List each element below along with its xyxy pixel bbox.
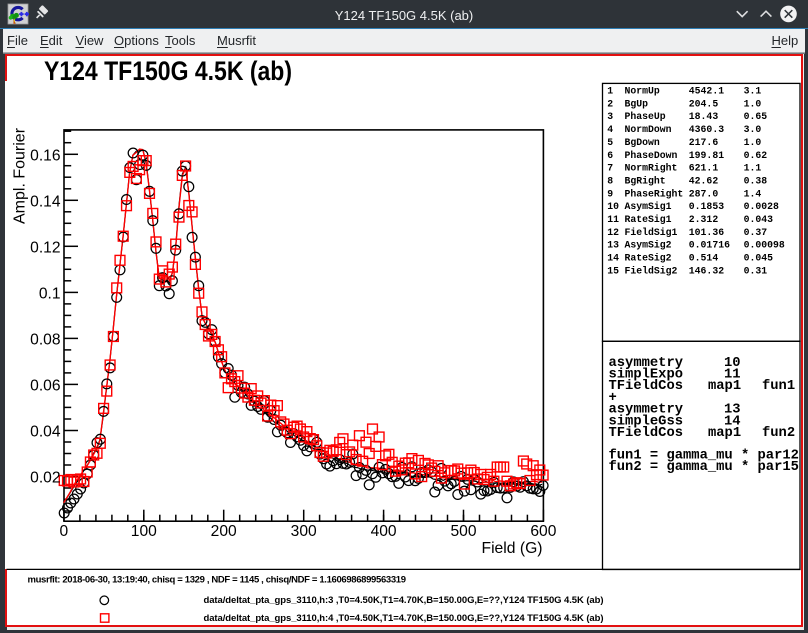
svg-text:data/deltat_pta_gps_3110,h:4 ,: data/deltat_pta_gps_3110,h:4 ,T0=4.50K,T… xyxy=(204,613,604,624)
svg-text:200: 200 xyxy=(211,523,237,540)
svg-text:data/deltat_pta_gps_3110,h:3 ,: data/deltat_pta_gps_3110,h:3 ,T0=4.50K,T… xyxy=(204,595,604,606)
svg-text:100: 100 xyxy=(131,523,157,540)
svg-text:400: 400 xyxy=(371,523,397,540)
svg-text:0.1: 0.1 xyxy=(39,286,61,303)
svg-text:PhaseDown: PhaseDown xyxy=(625,150,678,161)
svg-text:3.1: 3.1 xyxy=(744,86,762,97)
svg-text:0.62: 0.62 xyxy=(744,150,768,161)
svg-text:5: 5 xyxy=(607,137,613,148)
svg-text:fun1: fun1 xyxy=(762,378,795,394)
svg-text:fun2 = gamma_mu * par15: fun2 = gamma_mu * par15 xyxy=(609,459,799,475)
svg-text:199.81: 199.81 xyxy=(689,150,724,161)
svg-text:0: 0 xyxy=(60,523,69,540)
svg-text:7: 7 xyxy=(607,163,613,174)
svg-text:map1: map1 xyxy=(708,379,741,394)
svg-text:0.08: 0.08 xyxy=(30,332,60,349)
svg-text:10: 10 xyxy=(607,201,619,212)
svg-text:15: 15 xyxy=(607,265,619,276)
svg-text:AsymSig1: AsymSig1 xyxy=(625,201,672,212)
svg-text:PhaseRight: PhaseRight xyxy=(625,188,684,199)
svg-text:Field (G): Field (G) xyxy=(481,540,542,557)
svg-text:4542.1: 4542.1 xyxy=(689,86,724,97)
svg-text:0.31: 0.31 xyxy=(744,265,768,276)
svg-text:12: 12 xyxy=(607,227,619,238)
svg-text:1.0: 1.0 xyxy=(744,98,762,109)
svg-text:Ampl. Fourier: Ampl. Fourier xyxy=(12,127,29,224)
svg-text:RateSig2: RateSig2 xyxy=(625,253,672,264)
svg-text:BgRight: BgRight xyxy=(625,175,666,186)
svg-text:0.16: 0.16 xyxy=(30,148,60,165)
svg-text:3: 3 xyxy=(607,111,613,122)
svg-text:RateSig1: RateSig1 xyxy=(625,214,672,225)
svg-text:0.65: 0.65 xyxy=(744,111,768,122)
svg-text:map1: map1 xyxy=(708,426,741,441)
svg-text:0.1853: 0.1853 xyxy=(689,201,724,212)
svg-text:0.04: 0.04 xyxy=(30,424,61,441)
svg-text:FieldSig2: FieldSig2 xyxy=(625,265,678,276)
svg-text:Y124 TF150G 4.5K (ab): Y124 TF150G 4.5K (ab) xyxy=(44,56,292,86)
svg-text:204.5: 204.5 xyxy=(689,98,719,109)
svg-text:2.312: 2.312 xyxy=(689,214,719,225)
svg-text:146.32: 146.32 xyxy=(689,265,724,276)
svg-text:11: 11 xyxy=(607,214,619,225)
svg-text:42.62: 42.62 xyxy=(689,175,719,186)
svg-text:13: 13 xyxy=(607,240,619,251)
svg-text:18.43: 18.43 xyxy=(689,111,719,122)
svg-text:TFieldCos: TFieldCos xyxy=(609,425,684,441)
svg-text:0.12: 0.12 xyxy=(30,240,60,257)
svg-text:9: 9 xyxy=(607,188,613,199)
svg-text:0.06: 0.06 xyxy=(30,378,60,395)
svg-text:1.4: 1.4 xyxy=(744,188,762,199)
svg-text:0.01716: 0.01716 xyxy=(689,240,730,251)
svg-text:217.6: 217.6 xyxy=(689,137,719,148)
svg-text:0.14: 0.14 xyxy=(30,194,61,211)
svg-text:FieldSig1: FieldSig1 xyxy=(625,227,678,238)
svg-text:1.0: 1.0 xyxy=(744,137,762,148)
svg-text:8: 8 xyxy=(607,175,613,186)
svg-text:0.0028: 0.0028 xyxy=(744,201,779,212)
svg-text:0.045: 0.045 xyxy=(744,253,774,264)
svg-text:BgDown: BgDown xyxy=(625,137,660,148)
svg-text:1.1: 1.1 xyxy=(744,163,762,174)
svg-text:NormUp: NormUp xyxy=(625,86,660,97)
svg-text:0.043: 0.043 xyxy=(744,214,774,225)
svg-text:AsymSig2: AsymSig2 xyxy=(625,240,672,251)
svg-text:500: 500 xyxy=(450,523,476,540)
svg-text:NormDown: NormDown xyxy=(625,124,672,135)
svg-text:2: 2 xyxy=(607,98,613,109)
svg-text:fun2: fun2 xyxy=(762,425,795,441)
svg-text:621.1: 621.1 xyxy=(689,163,719,174)
svg-text:0.38: 0.38 xyxy=(744,175,768,186)
svg-text:1: 1 xyxy=(607,86,613,97)
svg-text:0.02: 0.02 xyxy=(30,470,60,487)
svg-text:0.37: 0.37 xyxy=(744,227,768,238)
svg-text:14: 14 xyxy=(607,253,619,264)
svg-text:PhaseUp: PhaseUp xyxy=(625,111,666,122)
svg-text:300: 300 xyxy=(291,523,317,540)
svg-text:600: 600 xyxy=(530,523,556,540)
svg-text:6: 6 xyxy=(607,150,613,161)
svg-text:musrfit: 2018-06-30, 13:19:40,: musrfit: 2018-06-30, 13:19:40, chisq = 1… xyxy=(28,574,407,585)
svg-text:0.514: 0.514 xyxy=(689,253,719,264)
svg-text:101.36: 101.36 xyxy=(689,227,724,238)
svg-text:4: 4 xyxy=(607,124,613,135)
svg-text:4360.3: 4360.3 xyxy=(689,124,724,135)
svg-text:TFieldCos: TFieldCos xyxy=(609,378,684,394)
svg-text:NormRight: NormRight xyxy=(625,163,678,174)
svg-text:287.0: 287.0 xyxy=(689,188,719,199)
svg-text:0.00098: 0.00098 xyxy=(744,240,785,251)
svg-text:BgUp: BgUp xyxy=(625,98,649,109)
svg-text:3.0: 3.0 xyxy=(744,124,762,135)
